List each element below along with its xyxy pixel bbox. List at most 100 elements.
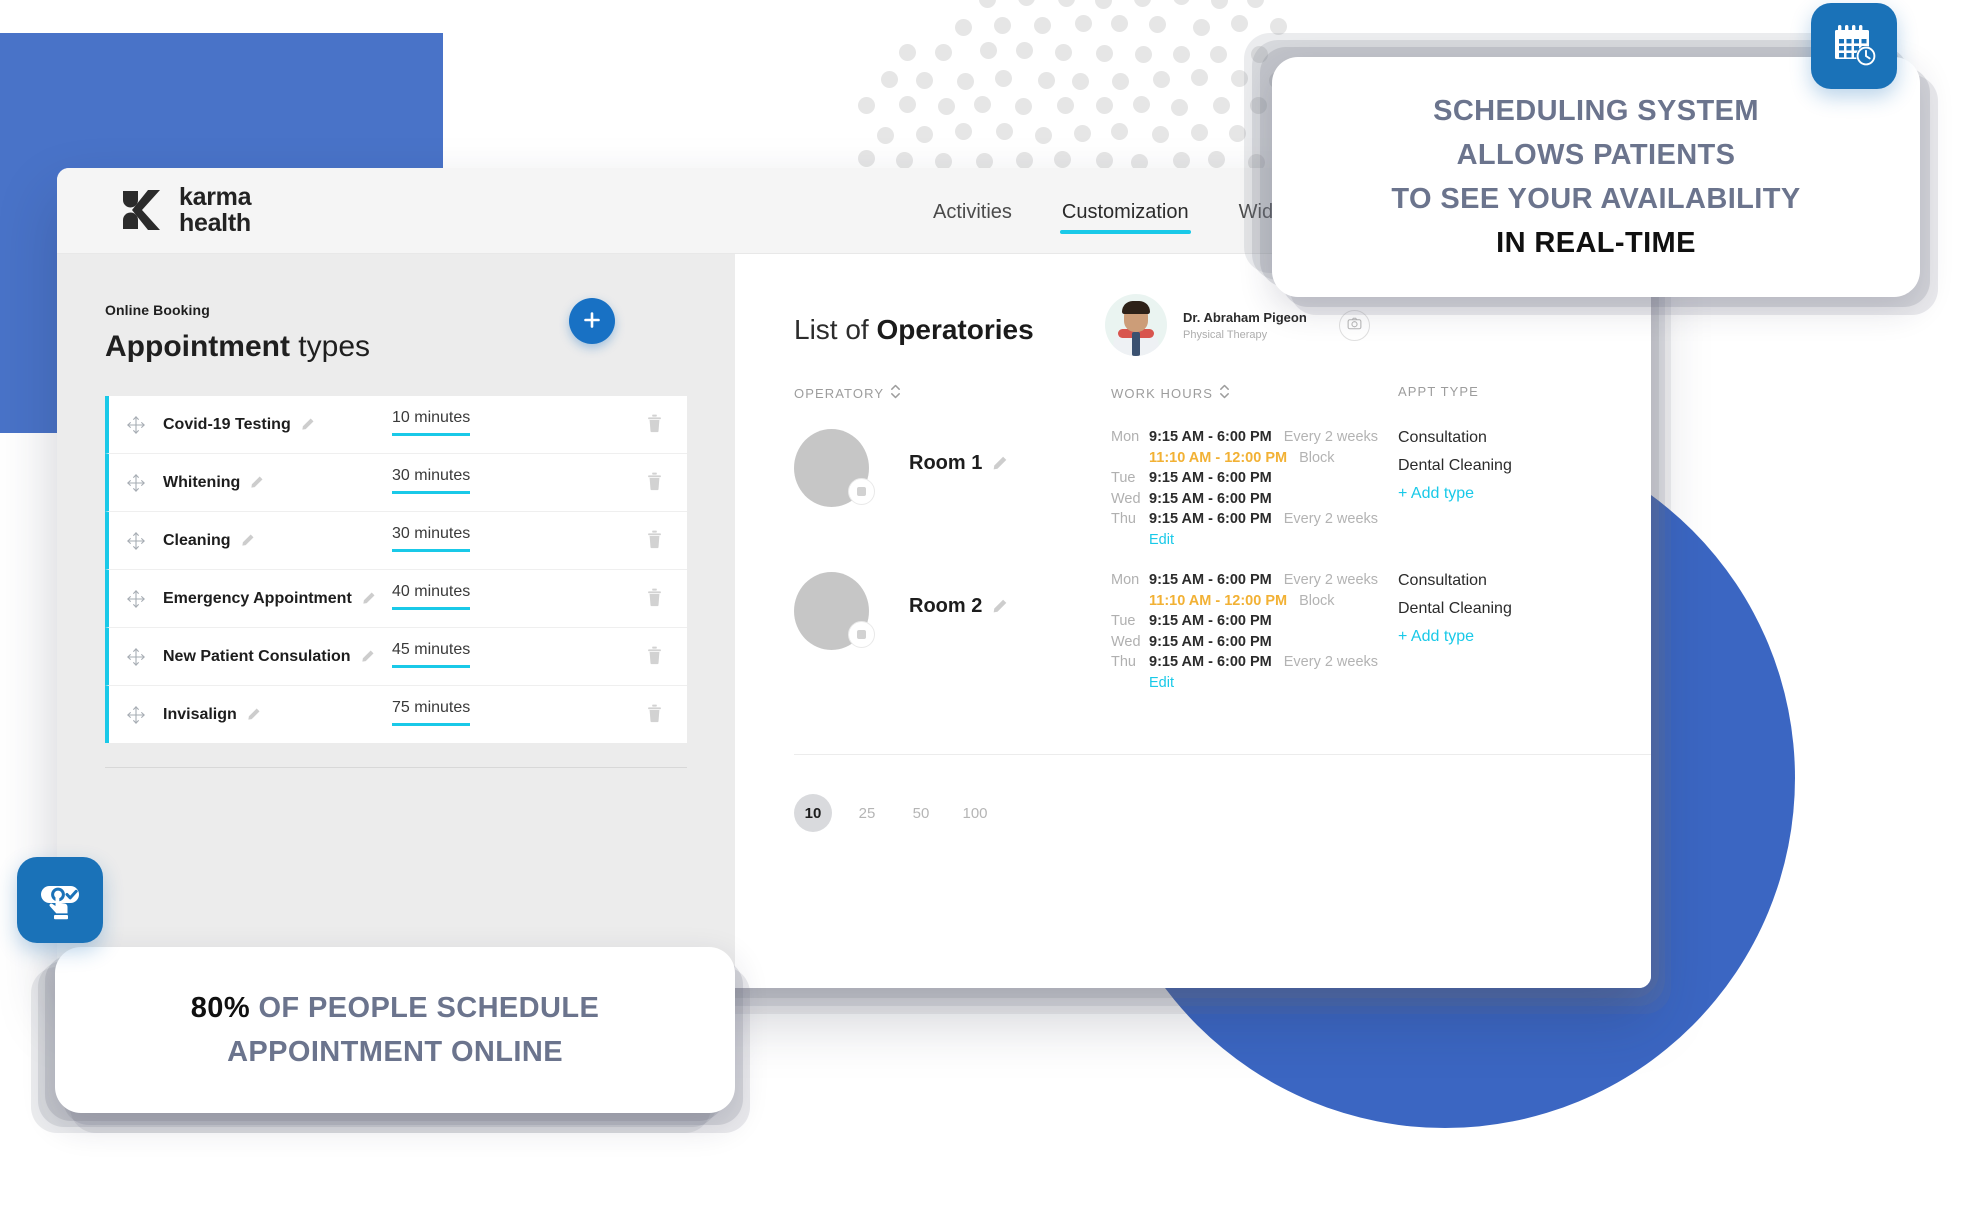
- drag-move-icon[interactable]: [109, 589, 163, 609]
- appointment-type-row[interactable]: New Patient Consulation 45 minutes: [105, 628, 687, 686]
- sidebar-title-light: types: [290, 330, 370, 363]
- column-header-operatory[interactable]: OPERATORY: [794, 384, 901, 402]
- appointment-type-row[interactable]: Cleaning 30 minutes: [105, 512, 687, 570]
- edit-work-hours-link[interactable]: Edit: [1149, 675, 1378, 691]
- column-header-work-hours[interactable]: WORK HOURS: [1111, 384, 1230, 402]
- drag-move-icon[interactable]: [109, 473, 163, 493]
- work-hours-day: Thu: [1111, 654, 1149, 670]
- column-header-appt-type[interactable]: APPT TYPE: [1398, 384, 1479, 399]
- column-label: APPT TYPE: [1398, 384, 1479, 399]
- appointment-duration[interactable]: 30 minutes: [392, 467, 470, 494]
- work-hours-time: 9:15 AM - 6:00 PM: [1149, 429, 1272, 445]
- pencil-icon[interactable]: [249, 475, 264, 490]
- dot: [979, 0, 996, 8]
- tab-activities[interactable]: Activities: [931, 173, 1014, 248]
- work-hours-note: Block: [1299, 450, 1334, 466]
- drag-move-icon[interactable]: [109, 415, 163, 435]
- appointment-type-row[interactable]: Whitening 30 minutes: [105, 454, 687, 512]
- work-hours-time: 9:15 AM - 6:00 PM: [1149, 572, 1272, 588]
- appointment-type-row[interactable]: Invisalign 75 minutes: [105, 686, 687, 743]
- page-size-25[interactable]: 25: [848, 794, 886, 832]
- drag-move-icon[interactable]: [109, 705, 163, 725]
- work-hours-line: Wed 9:15 AM - 6:00 PM: [1111, 634, 1378, 650]
- plus-icon: [582, 306, 602, 336]
- camera-icon: [1347, 316, 1362, 336]
- trash-icon[interactable]: [646, 413, 663, 438]
- dot: [1193, 19, 1210, 36]
- dot: [881, 71, 898, 88]
- add-appt-type-link[interactable]: + Add type: [1398, 485, 1518, 503]
- drag-move-icon[interactable]: [109, 531, 163, 551]
- edit-work-hours-link[interactable]: Edit: [1149, 532, 1378, 548]
- window-body: Online Booking Appointment types Covid-1…: [57, 254, 1651, 988]
- work-hours-time: 9:15 AM - 6:00 PM: [1149, 470, 1272, 486]
- appointment-duration[interactable]: 40 minutes: [392, 583, 470, 610]
- operatories-panel: List of Operatories Dr. Abraham Pigeon P…: [735, 254, 1651, 988]
- appointment-duration[interactable]: 45 minutes: [392, 641, 470, 668]
- dot: [1171, 99, 1188, 116]
- trash-icon[interactable]: [646, 529, 663, 554]
- page-size-100[interactable]: 100: [956, 794, 994, 832]
- doctor-name: Dr. Abraham Pigeon: [1183, 310, 1307, 325]
- sort-updown-icon: [1219, 384, 1230, 402]
- appointment-type-row[interactable]: Covid-19 Testing 10 minutes: [105, 396, 687, 454]
- pencil-icon[interactable]: [300, 417, 315, 432]
- pencil-icon[interactable]: [991, 598, 1008, 615]
- dot: [1096, 152, 1113, 169]
- pencil-icon[interactable]: [246, 707, 261, 722]
- appt-types-cell: Consultation Dental Cleaning + Add type: [1398, 572, 1518, 656]
- work-hours-note: Every 2 weeks: [1284, 429, 1378, 445]
- work-hours-day: Tue: [1111, 470, 1149, 486]
- table-footer-divider: [794, 754, 1651, 755]
- sidebar-divider: [105, 767, 687, 768]
- pencil-icon[interactable]: [991, 455, 1008, 472]
- appointment-types-list: Covid-19 Testing 10 minutes Whitening 30 mi…: [105, 396, 687, 743]
- work-hours-day: Mon: [1111, 429, 1149, 445]
- callout-line: SCHEDULING SYSTEM: [1433, 89, 1759, 133]
- dot: [916, 72, 933, 89]
- dot: [1018, 0, 1035, 6]
- trash-icon[interactable]: [646, 703, 663, 728]
- pencil-icon[interactable]: [361, 591, 376, 606]
- appointment-duration[interactable]: 75 minutes: [392, 699, 470, 726]
- table-row[interactable]: Room 2 Mon 9:15 AM - 6:00 PM Every 2 weeks 1…: [794, 572, 1008, 650]
- doctor-role: Physical Therapy: [1183, 329, 1307, 341]
- page-size-50[interactable]: 50: [902, 794, 940, 832]
- appointment-duration[interactable]: 10 minutes: [392, 409, 470, 436]
- trash-icon[interactable]: [646, 587, 663, 612]
- callout-stat: 80%: [191, 992, 250, 1024]
- operatory-name: Room 2: [909, 595, 1008, 650]
- dot: [1153, 71, 1170, 88]
- appt-type-item: Consultation: [1398, 429, 1518, 447]
- appt-type-item: Dental Cleaning: [1398, 457, 1518, 475]
- appointment-types-panel: Online Booking Appointment types Covid-1…: [57, 254, 735, 988]
- doctor-avatar: [1105, 294, 1167, 356]
- work-hours-time: 9:15 AM - 6:00 PM: [1149, 511, 1272, 527]
- work-hours-time: 11:10 AM - 12:00 PM: [1149, 593, 1287, 609]
- tab-customization[interactable]: Customization: [1060, 173, 1191, 248]
- work-hours-line: Mon 9:15 AM - 6:00 PM Every 2 weeks: [1111, 429, 1378, 445]
- tap-confirm-icon: [17, 857, 103, 943]
- drag-move-icon[interactable]: [109, 647, 163, 667]
- work-hours-line: Tue 9:15 AM - 6:00 PM: [1111, 470, 1378, 486]
- appointment-type-row[interactable]: Emergency Appointment 40 minutes: [105, 570, 687, 628]
- table-row[interactable]: Room 1 Mon 9:15 AM - 6:00 PM Every 2 weeks 1…: [794, 429, 1008, 507]
- appointment-duration[interactable]: 30 minutes: [392, 525, 470, 552]
- sidebar-title-bold: Appointment: [105, 330, 290, 363]
- work-hours-note: Every 2 weeks: [1284, 572, 1378, 588]
- doctor-profile[interactable]: Dr. Abraham Pigeon Physical Therapy: [1105, 294, 1307, 356]
- work-hours-day: Tue: [1111, 613, 1149, 629]
- pencil-icon[interactable]: [240, 533, 255, 548]
- pencil-icon[interactable]: [360, 649, 375, 664]
- trash-icon[interactable]: [646, 471, 663, 496]
- add-appointment-type-button[interactable]: [569, 298, 615, 344]
- page-size-10[interactable]: 10: [794, 794, 832, 832]
- dot: [1173, 0, 1190, 5]
- work-hours-line: Thu 9:15 AM - 6:00 PM Every 2 weeks: [1111, 654, 1378, 670]
- composition-stage: karmahealth Activities Customization Wid…: [0, 0, 1970, 1227]
- dot: [1211, 0, 1228, 9]
- dot: [1173, 46, 1190, 63]
- add-appt-type-link[interactable]: + Add type: [1398, 628, 1518, 646]
- work-hours-day: Thu: [1111, 511, 1149, 527]
- trash-icon[interactable]: [646, 645, 663, 670]
